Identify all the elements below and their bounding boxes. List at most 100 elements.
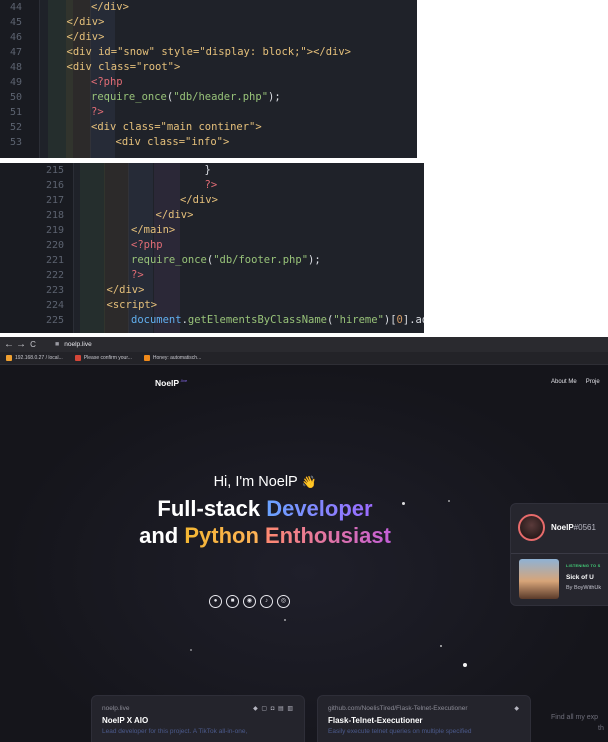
code-text: <div class="main continer"> [91,120,262,135]
code-token: <?php [91,76,123,88]
star-particle [463,663,467,667]
code-token: <?php [131,239,163,251]
code-token: <div [115,136,148,148]
discord-status-card: NoelP#0561 LISTENING TO S Sick of U By B… [510,503,608,606]
code-text: <div class="root"> [67,60,181,75]
find-more-text-continued: th [598,725,604,732]
code-token: <div [66,46,99,58]
bookmarks-bar: 192.168.0.27 / local... Please confirm y… [0,352,608,365]
avatar [518,514,545,541]
code-line: 219 </main> [0,223,424,238]
code-text: } [205,163,211,178]
code-text: </div> [107,283,145,298]
bookmark-item[interactable]: 192.168.0.27 / local... [6,355,63,361]
back-button[interactable]: ← [3,337,15,352]
code-lines: 44 </div> 45 </div> 46 </div> 47 <div id="snow"… [0,0,417,150]
project-card[interactable]: noelp.live NoelP X AIO Lead developer fo… [91,695,305,742]
discord-username: NoelP#0561 [551,523,596,532]
logo-text: NoelP [155,378,180,388]
code-token: ].add [402,314,424,326]
code-line: 215} [0,163,424,178]
code-text: </main> [131,223,175,238]
project-title: Flask-Telnet-Executioner [328,716,423,725]
discord-icon[interactable]: ■ [226,595,239,608]
code-text: ?> [91,105,104,120]
bookmark-favicon-icon [6,355,12,361]
code-token: require_once [131,254,207,266]
code-token: "root" [136,61,174,73]
listening-label: LISTENING TO S [566,563,601,568]
project-url: noelp.live [102,705,130,712]
line-number: 218 [45,210,64,221]
star-particle [284,619,286,621]
code-token: ); [268,91,281,103]
project-url: github.com/NoelisTired/Flask-Telnet-Exec… [328,705,468,712]
code-token: "info" [185,136,223,148]
line-number: 45 [9,17,22,28]
code-line: 216 ?> [0,178,424,193]
code-token: </div> [66,16,105,28]
line-number: 48 [9,62,22,73]
site-logo[interactable]: NoelP.live [155,378,187,388]
code-token: ?> [131,269,144,281]
code-token: "db/footer.php" [213,254,309,266]
line-number: 216 [45,180,64,191]
lock-icon: ■ [55,341,60,348]
code-line: 45 </div> [0,15,417,30]
reload-button[interactable]: C [27,337,39,352]
line-number: 47 [9,47,22,58]
line-number: 221 [45,255,64,266]
code-token: ?> [91,106,104,118]
code-token: } [204,164,211,176]
project-card[interactable]: github.com/NoelisTired/Flask-Telnet-Exec… [317,695,531,742]
project-title: NoelP X AIO [102,716,149,725]
line-number: 44 [9,2,22,13]
code-line: 224 <script> [0,298,424,313]
code-line: 225 document.getElementsByClassName("hire… [0,313,424,328]
github-icon[interactable]: ● [209,595,222,608]
spotify-icon[interactable]: ◉ [243,595,256,608]
logo-suffix: .live [180,378,188,384]
code-token: "main continer" [160,121,256,133]
find-more-text: Find all my exp [551,714,599,721]
code-text: </div> [67,15,105,30]
code-text: ?> [205,178,218,193]
code-token: <script> [106,299,158,311]
nav-projects[interactable]: Proje [586,379,600,385]
code-token: "hireme" [333,314,384,326]
bookmark-item[interactable]: Honey: automatisch... [143,355,201,361]
tech-stack-icons: ◆ [514,706,520,712]
code-token: class= [98,61,137,73]
code-text: </div> [156,208,194,223]
headline-line-1: Full-stack Developer [157,496,373,521]
line-number: 217 [45,195,64,206]
line-number: 53 [9,137,22,148]
code-text: document.getElementsByClassName("hireme"… [131,313,424,328]
code-token: style= [161,46,200,58]
code-line: 220 <?php [0,238,424,253]
code-token: > [255,121,262,133]
headline-line-2: and Python Enthousiast [139,523,391,548]
code-token: require_once [91,91,167,103]
bookmark-item[interactable]: Please confirm your... [74,355,132,361]
social-links: ● ■ ◉ ♪ ◎ [209,595,290,608]
code-text: </div> [91,0,129,15]
instagram-icon[interactable]: ◎ [277,595,290,608]
code-token: ); [308,254,321,266]
line-number: 46 [9,32,22,43]
tiktok-icon[interactable]: ♪ [260,595,273,608]
code-token: > [222,136,230,148]
nav-about-me[interactable]: About Me [551,379,577,385]
address-bar[interactable]: noelp.live [64,341,91,348]
tech-stack-icons: ◆ ▢ ◘ ▤ ▥ [253,706,294,712]
code-line: 223 </div> [0,283,424,298]
project-description: Easily execute telnet queries on multipl… [328,728,472,735]
forward-button[interactable]: → [15,337,27,352]
line-number: 49 [9,77,22,88]
code-text: <div id="snow" style="display: block;"><… [67,45,352,60]
code-token: getElementsByClassName [187,314,327,326]
code-token: </div> [66,31,105,43]
line-number: 224 [45,300,64,311]
code-line: 218 </div> [0,208,424,223]
wave-icon: 👋 [301,475,317,489]
